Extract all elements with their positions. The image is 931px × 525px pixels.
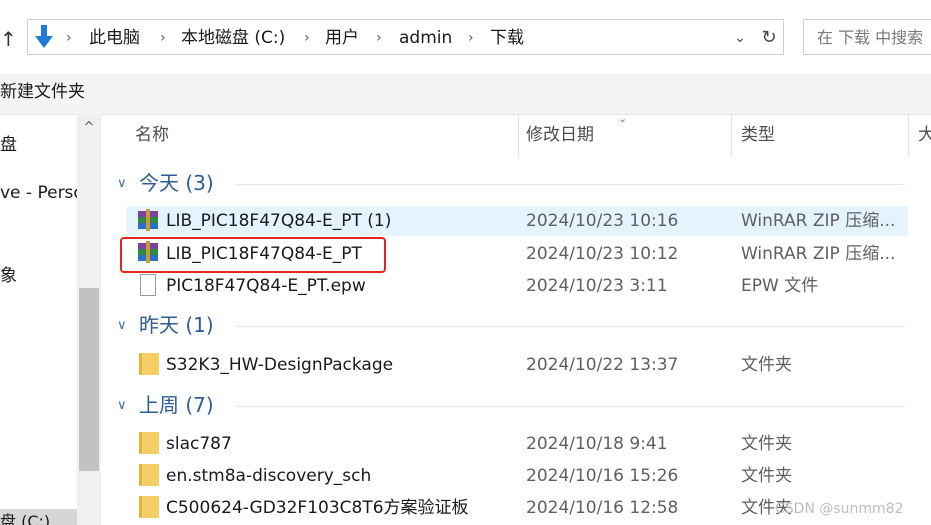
search-placeholder: 在 下载 中搜索 [817, 28, 924, 47]
group-header-yesterday[interactable]: 昨天 (1) [139, 311, 214, 339]
file-name[interactable]: PIC18F47Q84-E_PT.epw [166, 274, 366, 298]
nav-scrollbar-thumb[interactable] [79, 288, 99, 471]
breadcrumb-separator-icon: › [66, 30, 72, 46]
file-name[interactable]: S32K3_HW-DesignPackage [166, 353, 393, 377]
file-icon [140, 274, 156, 296]
nav-item-disk[interactable]: 盘 [0, 133, 17, 157]
column-divider[interactable] [518, 114, 519, 158]
column-divider[interactable] [908, 114, 909, 158]
watermark-text: CSDN @sunmm82 [775, 501, 904, 517]
group-collapse-chevron-icon[interactable]: ∨ [117, 314, 127, 338]
group-header-today[interactable]: 今天 (3) [139, 169, 214, 197]
breadcrumb-this-pc[interactable]: 此电脑 [89, 26, 140, 50]
file-modified: 2024/10/18 9:41 [526, 434, 668, 454]
column-header-size[interactable]: 大 [918, 123, 931, 147]
file-name[interactable]: C500624-GD32F103C8T6方案验证板 [166, 496, 469, 520]
breadcrumb-downloads[interactable]: 下载 [490, 26, 524, 50]
up-arrow-icon[interactable]: ↑ [0, 22, 17, 56]
command-bar [0, 74, 931, 115]
file-modified: 2024/10/16 12:58 [526, 498, 679, 518]
file-type: 文件夹 [741, 466, 792, 486]
file-modified: 2024/10/23 10:12 [526, 244, 679, 264]
file-modified: 2024/10/23 3:11 [526, 276, 668, 296]
file-type: WinRAR ZIP 压缩... [741, 211, 896, 231]
folder-icon [139, 496, 159, 518]
address-dropdown-icon[interactable]: ⌄ [730, 24, 750, 52]
refresh-icon[interactable]: ↻ [758, 24, 780, 52]
breadcrumb-separator-icon: › [468, 30, 474, 46]
group-divider [235, 406, 905, 407]
winrar-zip-icon [138, 209, 158, 231]
new-folder-button[interactable]: 新建文件夹 [0, 80, 85, 104]
breadcrumb-separator-icon: › [160, 30, 166, 46]
file-modified: 2024/10/23 10:16 [526, 211, 679, 231]
group-divider [235, 326, 905, 327]
breadcrumb-separator-icon: › [376, 30, 382, 46]
file-modified: 2024/10/16 15:26 [526, 466, 679, 486]
column-header-name[interactable]: 名称 [135, 123, 169, 147]
group-collapse-chevron-icon[interactable]: ∨ [117, 394, 127, 418]
group-header-last-week[interactable]: 上周 (7) [139, 391, 214, 419]
scroll-up-icon[interactable]: ^ [80, 118, 98, 138]
file-name[interactable]: LIB_PIC18F47Q84-E_PT (1) [166, 209, 391, 233]
file-type: 文件夹 [741, 355, 792, 375]
red-highlight-box [120, 237, 386, 273]
folder-icon [139, 464, 159, 486]
file-type: EPW 文件 [741, 276, 819, 296]
column-divider[interactable] [731, 114, 732, 158]
file-modified: 2024/10/22 13:37 [526, 355, 679, 375]
group-collapse-chevron-icon[interactable]: ∨ [117, 172, 127, 196]
breadcrumb-separator-icon: › [304, 30, 310, 46]
download-arrow-icon [35, 25, 53, 48]
breadcrumb-users[interactable]: 用户 [325, 26, 359, 50]
sort-chevron-icon: ⌄ [618, 112, 628, 125]
folder-icon [139, 353, 159, 375]
breadcrumb-admin[interactable]: admin [399, 26, 452, 50]
nav-item-onedrive[interactable]: ve - Perso [0, 181, 84, 205]
breadcrumb-local-disk[interactable]: 本地磁盘 (C:) [181, 26, 285, 50]
group-divider [235, 184, 905, 185]
file-type: WinRAR ZIP 压缩... [741, 244, 896, 264]
column-header-modified[interactable]: 修改日期 [526, 123, 594, 147]
file-name[interactable]: en.stm8a-discovery_sch [166, 464, 371, 488]
nav-item-c-drive[interactable]: 盘 (C:) [0, 510, 50, 525]
folder-icon [139, 432, 159, 454]
file-type: 文件夹 [741, 434, 792, 454]
column-header-type[interactable]: 类型 [741, 123, 775, 147]
nav-item-objects[interactable]: 象 [0, 264, 17, 288]
file-name[interactable]: slac787 [166, 432, 232, 456]
